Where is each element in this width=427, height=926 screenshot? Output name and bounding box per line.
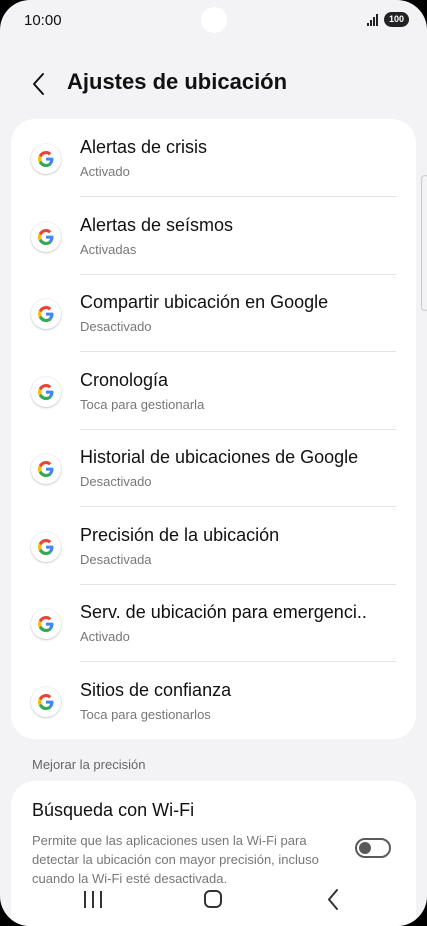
list-item-precision-de-la-ubicacion[interactable]: Precisión de la ubicación Desactivada bbox=[11, 507, 416, 585]
google-g-icon bbox=[31, 686, 61, 717]
list-item-alertas-de-crisis[interactable]: Alertas de crisis Activado bbox=[11, 119, 416, 197]
list-item-compartir-ubicacion[interactable]: Compartir ubicación en Google Desactivad… bbox=[11, 274, 416, 352]
list-item-subtitle: Desactivado bbox=[80, 474, 152, 489]
nav-back-button[interactable] bbox=[303, 880, 363, 920]
navigation-bar bbox=[0, 880, 427, 926]
recent-apps-icon bbox=[84, 891, 86, 908]
section-label-mejorar-precision: Mejorar la precisión bbox=[32, 757, 146, 772]
list-item-subtitle: Activado bbox=[80, 629, 130, 644]
list-item-title: Alertas de seísmos bbox=[80, 214, 234, 235]
back-arrow-icon bbox=[328, 889, 338, 910]
list-item-subtitle: Toca para gestionarlos bbox=[80, 706, 211, 722]
back-button[interactable] bbox=[26, 70, 54, 98]
list-item-historial-de-ubicaciones[interactable]: Historial de ubicaciones de Google Desac… bbox=[11, 429, 416, 507]
list-item-title: Historial de ubicaciones de Google bbox=[80, 447, 359, 467]
list-item-title: Alertas de crisis bbox=[80, 137, 208, 157]
list-item-alertas-de-seismos[interactable]: Alertas de seísmos Activadas bbox=[11, 197, 416, 275]
header: Ajustes de ubicación bbox=[0, 60, 427, 108]
status-bar: 10:00 100 bbox=[0, 0, 427, 42]
list-item-title: Serv. de ubicación para emergenci.. bbox=[80, 602, 367, 622]
page-title: Ajustes de ubicación bbox=[67, 69, 288, 94]
list-item-title: Cronología bbox=[80, 369, 169, 390]
google-g-icon bbox=[31, 454, 61, 484]
wifi-scan-title: Búsqueda con Wi-Fi bbox=[32, 800, 195, 820]
toggle-knob bbox=[359, 842, 371, 854]
home-icon bbox=[204, 890, 222, 908]
google-g-icon bbox=[31, 221, 61, 252]
screen: 10:00 100 Ajustes de ubicación Alertas d… bbox=[0, 0, 427, 926]
list-item-subtitle: Activadas bbox=[80, 241, 137, 257]
scrollbar[interactable] bbox=[421, 175, 427, 311]
front-camera-cutout bbox=[201, 7, 227, 33]
list-item-cronologia[interactable]: Cronología Toca para gestionarla bbox=[11, 352, 416, 430]
status-time: 10:00 bbox=[24, 12, 62, 29]
recent-apps-button[interactable] bbox=[63, 880, 123, 920]
list-item-sitios-de-confianza[interactable]: Sitios de confianza Toca para gestionarl… bbox=[11, 662, 416, 740]
google-g-icon bbox=[31, 376, 61, 407]
list-item-title: Sitios de confianza bbox=[80, 679, 232, 700]
home-button[interactable] bbox=[183, 880, 243, 920]
battery-icon: 100 bbox=[384, 12, 409, 27]
list-item-subtitle: Desactivado bbox=[80, 319, 152, 334]
list-item-title: Precisión de la ubicación bbox=[80, 524, 280, 545]
location-settings-list: Alertas de crisis Activado Alertas de se… bbox=[11, 119, 416, 739]
list-item-serv-ubicacion-emergencias[interactable]: Serv. de ubicación para emergenci.. Acti… bbox=[11, 584, 416, 662]
list-item-subtitle: Desactivada bbox=[80, 551, 152, 567]
google-g-icon bbox=[31, 144, 61, 174]
google-g-icon bbox=[31, 531, 61, 562]
list-item-subtitle: Toca para gestionarla bbox=[80, 396, 205, 412]
chevron-left-icon bbox=[33, 73, 44, 95]
google-g-icon bbox=[31, 299, 61, 329]
google-g-icon bbox=[31, 609, 61, 639]
list-item-title: Compartir ubicación en Google bbox=[80, 292, 329, 312]
wifi-scan-toggle[interactable] bbox=[355, 838, 391, 858]
list-item-subtitle: Activado bbox=[80, 164, 130, 179]
signal-icon bbox=[367, 14, 381, 26]
